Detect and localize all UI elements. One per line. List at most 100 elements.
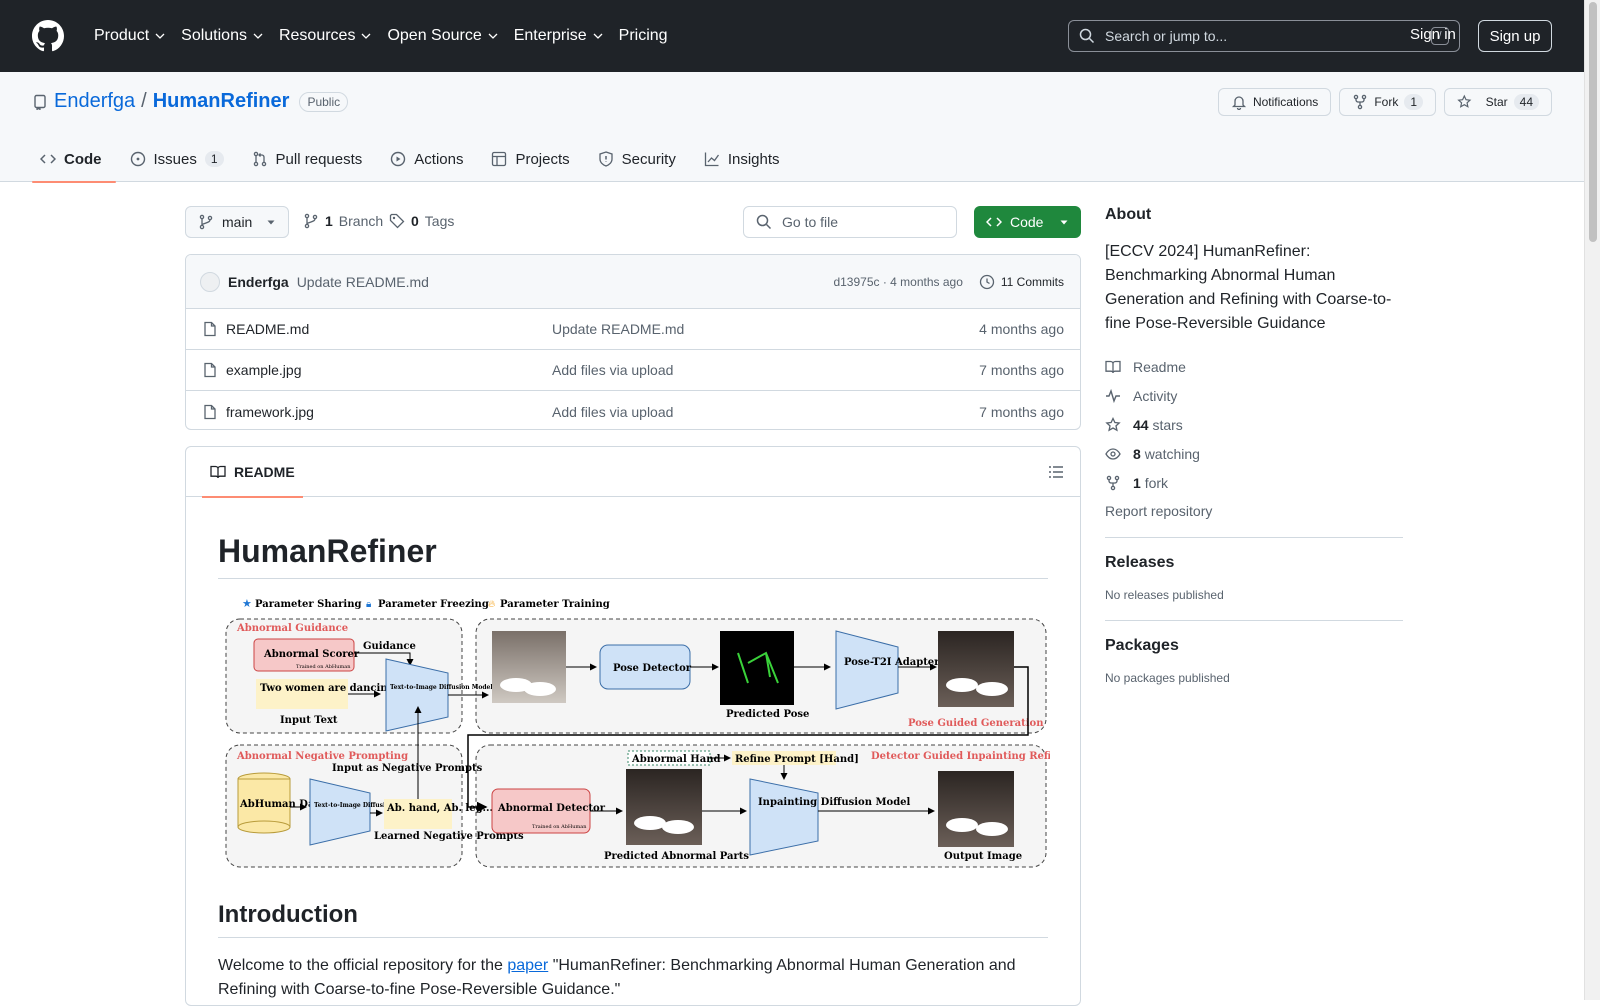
activity-link[interactable]: Activity [1105, 381, 1403, 410]
code-dropdown-button[interactable]: Code [974, 206, 1081, 238]
tab-code[interactable]: Code [32, 136, 116, 183]
book-icon [1105, 360, 1121, 373]
predicted-pose-image [720, 631, 794, 705]
nav-product[interactable]: Product [86, 21, 173, 51]
scorer-trained: Trained on AbHuman [296, 664, 351, 670]
notifications-label: Notifications [1252, 95, 1319, 109]
readme-tab[interactable]: README [202, 447, 303, 498]
tab-issues[interactable]: Issues 1 [122, 136, 238, 182]
forks-link[interactable]: 1 fork [1105, 468, 1403, 497]
negative-input-label: Input as Negative Prompts [332, 763, 483, 774]
releases-heading[interactable]: Releases [1105, 554, 1403, 572]
legend-training: Parameter Training [500, 599, 610, 610]
github-logo-icon[interactable] [32, 20, 64, 52]
tab-label: Actions [414, 150, 464, 168]
play-icon [391, 151, 406, 167]
fork-count: 1 [1404, 94, 1423, 110]
section-label: Abnormal Negative Prompting [236, 751, 408, 762]
framework-diagram: ★ Parameter Sharing 🔒︎ Parameter Freezin… [225, 598, 1050, 868]
paper-link[interactable]: paper [507, 957, 548, 974]
fork-button[interactable]: Fork 1 [1339, 88, 1436, 116]
table-row[interactable]: framework.jpg Add files via upload 7 mon… [186, 391, 1080, 429]
chevron-down-icon [361, 33, 371, 39]
tags-link[interactable]: 0 Tags [389, 213, 454, 229]
notifications-button[interactable]: Notifications [1217, 88, 1332, 116]
star-icon [1105, 416, 1121, 431]
file-name-link[interactable]: example.jpg [226, 362, 302, 378]
fork-label: Fork [1374, 95, 1399, 109]
nav-enterprise[interactable]: Enterprise [506, 21, 611, 51]
nav-solutions[interactable]: Solutions [173, 21, 271, 51]
bell-icon [1231, 96, 1247, 110]
star-marker: ★ [242, 598, 252, 610]
file-commit-link[interactable]: Add files via upload [552, 362, 673, 378]
section-label: Abnormal Guidance [236, 623, 348, 634]
t2i-model-label: Text-to-Image Diffusion Model [390, 684, 493, 691]
tab-pull-requests[interactable]: Pull requests [244, 136, 377, 182]
activity-link-label: Activity [1133, 387, 1178, 404]
readme-link[interactable]: Readme [1105, 352, 1403, 381]
sign-in-link[interactable]: Sign in [1402, 22, 1464, 47]
commits-link[interactable]: 11 Commits [979, 274, 1064, 290]
nav-pricing[interactable]: Pricing [611, 21, 676, 51]
table-row[interactable]: example.jpg Add files via upload 7 month… [186, 350, 1080, 391]
commit-hash-time[interactable]: d13975c · 4 months ago [833, 275, 962, 289]
tab-label: Issues [153, 150, 197, 168]
pulse-icon [1106, 388, 1120, 403]
tab-projects[interactable]: Projects [483, 136, 583, 182]
file-name-link[interactable]: README.md [226, 321, 309, 337]
intro-prefix: Welcome to the official repository for t… [218, 957, 508, 974]
go-to-file-input[interactable]: Go to file [743, 206, 957, 238]
section-label: Pose Guided Generation [908, 718, 1044, 729]
table-row[interactable]: README.md Update README.md 4 months ago [186, 309, 1080, 350]
watching-link[interactable]: 8 watching [1105, 439, 1403, 468]
sign-up-button[interactable]: Sign up [1478, 20, 1552, 52]
nav-label: Solutions [181, 27, 247, 44]
branch-label: Branch [338, 213, 384, 229]
history-icon [979, 274, 995, 289]
scrollbar-thumb[interactable] [1589, 2, 1597, 242]
tab-label: Insights [727, 150, 780, 168]
search-icon [1079, 28, 1095, 44]
page-scrollbar[interactable] [1584, 0, 1600, 1000]
adapter-label: Pose-T2I Adapter [844, 657, 940, 668]
stars-label: stars [1152, 416, 1183, 433]
tab-insights[interactable]: Insights [696, 136, 794, 182]
commit-meta: d13975c · 4 months ago 11 Commits [833, 274, 1064, 290]
chevron-down-icon [593, 33, 603, 39]
lock-marker: 🔒︎ [366, 599, 371, 610]
commit-message-link[interactable]: Update README.md [297, 274, 429, 290]
branch-select[interactable]: main [185, 206, 289, 238]
detector-trained: Trained on AbHuman [532, 824, 587, 830]
refine-prompt-label: Refine Prompt [Hand] [735, 754, 859, 765]
nav-label: Resources [278, 27, 356, 44]
stars-link[interactable]: 44 stars [1105, 410, 1403, 439]
file-commit-link[interactable]: Add files via upload [552, 404, 673, 420]
repo-name-link[interactable]: HumanRefiner [153, 90, 290, 113]
output-image-label: Output Image [944, 851, 1022, 862]
latest-commit-row: Enderfga Update README.md d13975c · 4 mo… [186, 255, 1080, 309]
file-icon [204, 362, 216, 378]
outline-button[interactable] [1048, 464, 1064, 480]
star-count: 44 [1513, 94, 1539, 110]
file-name-link[interactable]: framework.jpg [226, 404, 314, 420]
tab-actions[interactable]: Actions [382, 136, 477, 182]
nav-label: Product [94, 27, 150, 44]
tab-security[interactable]: Security [590, 136, 690, 182]
pose-detector-label: Pose Detector [613, 663, 692, 674]
legend-sharing: Parameter Sharing [255, 599, 361, 610]
packages-heading[interactable]: Packages [1105, 637, 1403, 655]
branches-link[interactable]: 1 Branch [303, 213, 383, 229]
report-repository-link[interactable]: Report repository [1105, 503, 1403, 519]
file-commit-link[interactable]: Update README.md [552, 321, 684, 337]
nav-open-source[interactable]: Open Source [379, 21, 505, 51]
repo-owner-link[interactable]: Enderfga [54, 90, 135, 113]
legend-freezing: Parameter Freezing [378, 599, 489, 610]
nav-resources[interactable]: Resources [271, 21, 379, 51]
commit-author-link[interactable]: Enderfga [228, 274, 289, 290]
shield-icon [599, 151, 613, 167]
guidance-label: Guidance [363, 641, 416, 652]
avatar[interactable] [200, 271, 220, 292]
readme-title: HumanRefiner [218, 533, 1048, 579]
star-button[interactable]: Star 44 [1444, 88, 1552, 116]
